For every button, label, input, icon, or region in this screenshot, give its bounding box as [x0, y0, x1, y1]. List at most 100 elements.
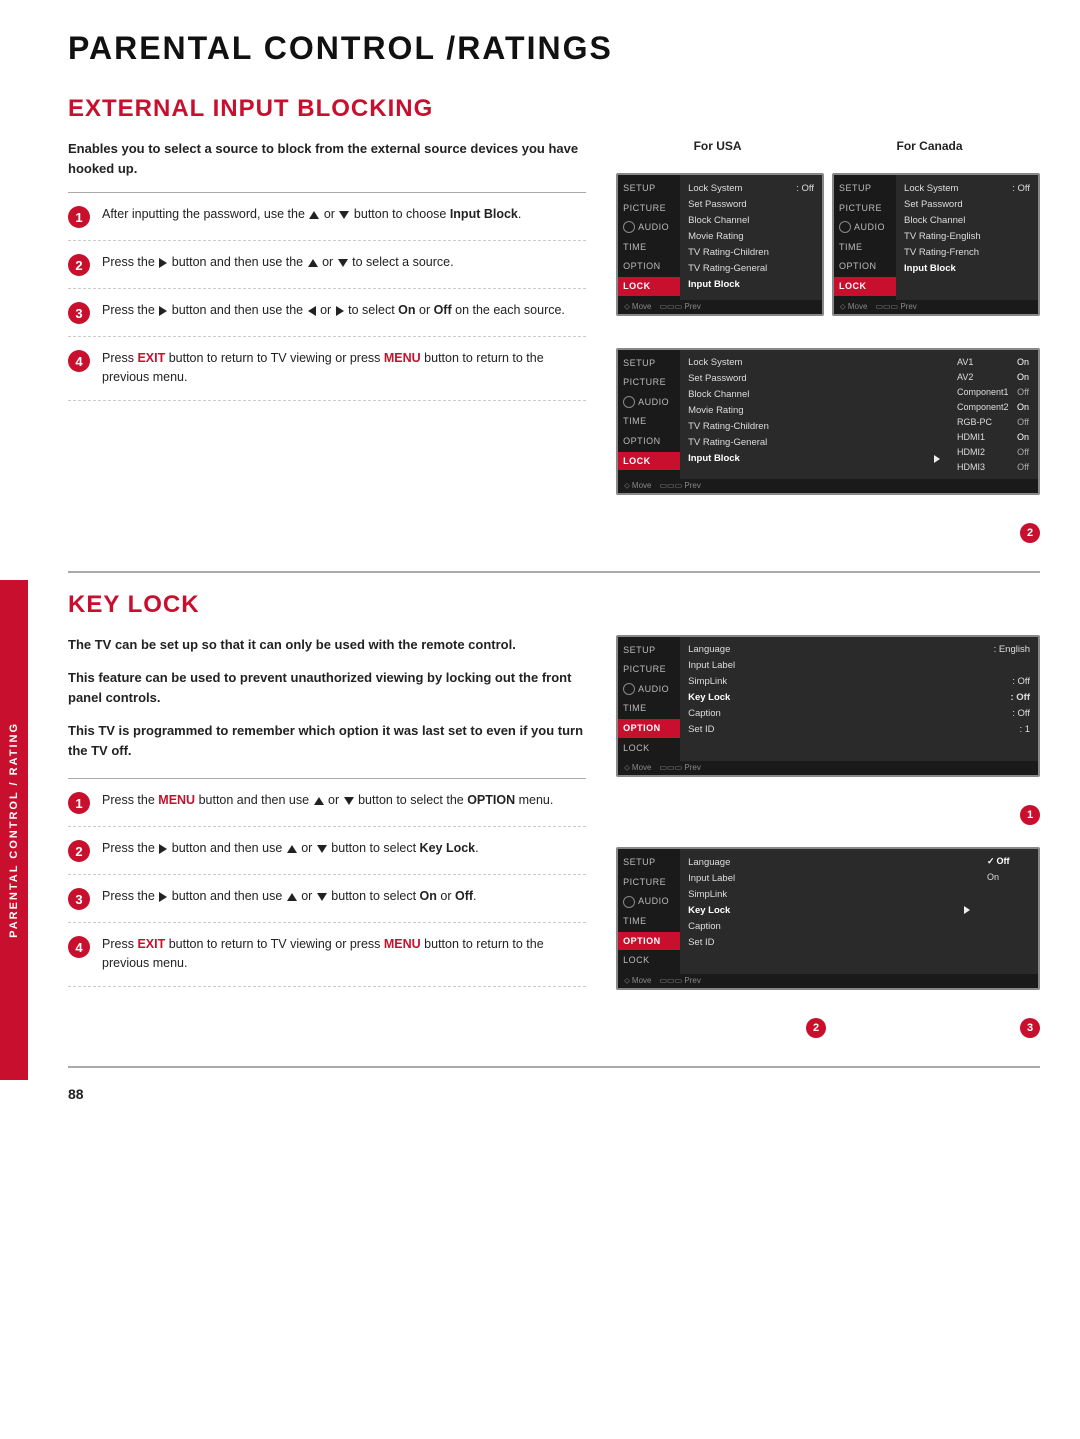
kl-step-text-3: Press the button and then use or button … — [102, 887, 477, 906]
key-lock-desc-2: This feature can be used to prevent unau… — [68, 668, 586, 707]
key-lock-step-2: 2 Press the button and then use or butto… — [68, 827, 586, 875]
external-intro-text: Enables you to select a source to block … — [68, 139, 586, 178]
menu-set-pwd-2: Set Password — [688, 371, 940, 387]
menu-movie-rating: Movie Rating — [688, 228, 814, 244]
sidebar-label: PARENTAL CONTROL / RATING — [0, 580, 28, 1080]
step-num-4: 4 — [68, 350, 90, 372]
kl-menu-language: Language: English — [688, 642, 1030, 658]
menu-footer-2: ⬦ Move▭▭▭ Prev — [618, 479, 1038, 493]
kl2-sidebar-audio: AUDIO — [618, 892, 680, 911]
sidebar-setup-2: SETUP — [618, 354, 680, 373]
sidebar-audio-ca: AUDIO — [834, 218, 896, 237]
external-step-4: 4 Press EXIT button to return to TV view… — [68, 337, 586, 401]
menu-tv-ch-2: TV Rating-Children — [688, 419, 940, 435]
menu-input-block: Input Block — [688, 276, 814, 292]
kl-step-num-3: 3 — [68, 888, 90, 910]
kl-sidebar-picture: PICTURE — [618, 660, 680, 679]
menu-tv-general: TV Rating-General — [688, 260, 814, 276]
kl-sub-on: On — [984, 870, 1032, 884]
sub-hdmi3: HDMI3Off — [954, 460, 1032, 474]
external-input-blocking-right: For USA For Canada SETUP PICTURE AUDIO T… — [616, 139, 1040, 549]
for-usa-label: For USA — [694, 139, 742, 153]
sidebar-lock-ca: LOCK — [834, 277, 896, 296]
badge-1: 1 — [1020, 805, 1040, 825]
kl2-language: Language — [688, 854, 970, 870]
kl-menu-set-id: Set ID: 1 — [688, 722, 1030, 738]
menu-block-ch-2: Block Channel — [688, 387, 940, 403]
step-num-1: 1 — [68, 206, 90, 228]
menu-tv-children: TV Rating-Children — [688, 244, 814, 260]
external-step-1: 1 After inputting the password, use the … — [68, 192, 586, 241]
kl-menu-input-label: Input Label — [688, 658, 1030, 674]
kl-sub-off: ✓Off — [984, 854, 1032, 869]
key-lock-step-3: 3 Press the button and then use or butto… — [68, 875, 586, 923]
kl-sidebar-audio: AUDIO — [618, 680, 680, 699]
kl2-sidebar-option: OPTION — [618, 932, 680, 951]
menu-lock-system-ca: Lock System: Off — [904, 180, 1030, 196]
menu-set-password-ca: Set Password — [904, 196, 1030, 212]
key-lock-step-4: 4 Press EXIT button to return to TV view… — [68, 923, 586, 987]
menu-usa: SETUP PICTURE AUDIO TIME OPTION LOCK Loc… — [616, 173, 824, 316]
badge-23-2: 2 — [806, 1018, 826, 1038]
step-text-2: Press the button and then use the or to … — [102, 253, 454, 272]
sidebar-option-ca: OPTION — [834, 257, 896, 276]
kl-menu-simplink: SimpLink: Off — [688, 674, 1030, 690]
external-input-blocking-left: Enables you to select a source to block … — [68, 139, 586, 549]
kl-step-text-1: Press the MENU button and then use or bu… — [102, 791, 553, 810]
sidebar-picture: PICTURE — [618, 199, 680, 218]
kl2-caption: Caption — [688, 918, 970, 934]
menu-canada: SETUP PICTURE AUDIO TIME OPTION LOCK Loc… — [832, 173, 1040, 316]
menu-lock-system: Lock System: Off — [688, 180, 814, 196]
external-step-2: 2 Press the button and then use the or t… — [68, 241, 586, 289]
sidebar-option: OPTION — [618, 257, 680, 276]
key-lock-steps-list: 1 Press the MENU button and then use or … — [68, 778, 586, 987]
kl-menu-footer-2: ⬦ Move▭▭▭ Prev — [618, 974, 1038, 988]
step-num-2: 2 — [68, 254, 90, 276]
sidebar-audio: AUDIO — [618, 218, 680, 237]
menu-movie-2: Movie Rating — [688, 403, 940, 419]
key-lock-step-1: 1 Press the MENU button and then use or … — [68, 778, 586, 827]
kl-menu-key-lock: Key Lock: Off — [688, 690, 1030, 706]
kl-step-text-2: Press the button and then use or button … — [102, 839, 479, 858]
kl2-sidebar-time: TIME — [618, 912, 680, 931]
kl-menu-footer-1: ⬦ Move▭▭▭ Prev — [618, 761, 1038, 775]
kl-sub-panel: ✓Off On — [978, 849, 1038, 974]
sidebar-option-2: OPTION — [618, 432, 680, 451]
sidebar-time-2: TIME — [618, 412, 680, 431]
kl2-key-lock: Key Lock — [688, 902, 970, 918]
key-lock-desc-1: The TV can be set up so that it can only… — [68, 635, 586, 655]
kl2-set-id: Set ID — [688, 934, 970, 950]
step-text-3: Press the button and then use the or to … — [102, 301, 565, 320]
sidebar-audio-2: AUDIO — [618, 393, 680, 412]
badge-23-3: 3 — [1020, 1018, 1040, 1038]
menu-option-kl: SETUP PICTURE AUDIO TIME OPTION LOCK Lan… — [616, 635, 1040, 778]
sub-component1: Component1Off — [954, 385, 1032, 399]
kl-step-text-4: Press EXIT button to return to TV viewin… — [102, 935, 586, 974]
sub-av1: AV1On — [954, 355, 1032, 369]
menu-input-block-sub: SETUP PICTURE AUDIO TIME OPTION LOCK Loc… — [616, 348, 1040, 495]
for-canada-label: For Canada — [897, 139, 963, 153]
menu-set-password: Set Password — [688, 196, 814, 212]
sidebar-setup-ca: SETUP — [834, 179, 896, 198]
menu-sub-panel: AV1On AV2On Component1Off Component2On R… — [948, 350, 1038, 479]
kl2-sidebar-setup: SETUP — [618, 853, 680, 872]
kl-step-num-2: 2 — [68, 840, 90, 862]
sidebar-picture-ca: PICTURE — [834, 199, 896, 218]
menu-tv-gen-2: TV Rating-General — [688, 435, 940, 451]
external-input-blocking-title: EXTERNAL INPUT BLOCKING — [68, 95, 1040, 123]
key-lock-right: SETUP PICTURE AUDIO TIME OPTION LOCK Lan… — [616, 635, 1040, 1044]
badge-2: 2 — [1020, 523, 1040, 543]
external-steps-list: 1 After inputting the password, use the … — [68, 192, 586, 401]
sidebar-setup: SETUP — [618, 179, 680, 198]
kl-sidebar-time: TIME — [618, 699, 680, 718]
sub-hdmi1: HDMI1On — [954, 430, 1032, 444]
page-title: PARENTAL CONTROL /RATINGS — [68, 30, 1040, 67]
sidebar-time: TIME — [618, 238, 680, 257]
key-lock-section: KEY LOCK The TV can be set up so that it… — [68, 591, 1040, 1044]
sidebar-picture-2: PICTURE — [618, 373, 680, 392]
menu-tv-french: TV Rating-French — [904, 244, 1030, 260]
external-input-blocking-section: EXTERNAL INPUT BLOCKING Enables you to s… — [68, 95, 1040, 549]
sub-component2: Component2On — [954, 400, 1032, 414]
step-text-4: Press EXIT button to return to TV viewin… — [102, 349, 586, 388]
badge-row-23: 2 3 — [616, 1016, 1040, 1038]
